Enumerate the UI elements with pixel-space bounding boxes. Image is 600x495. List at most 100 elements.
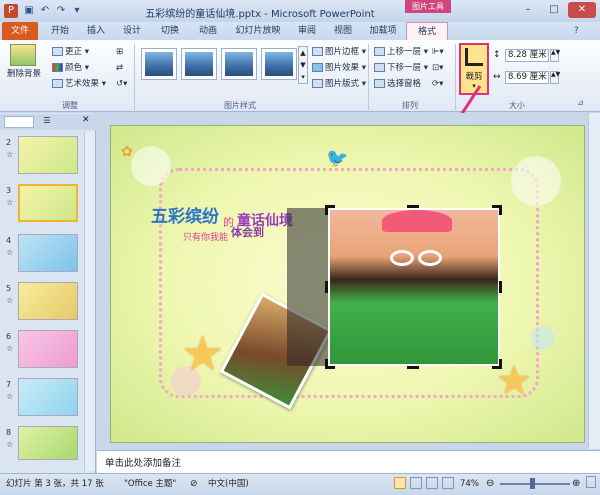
slide-thumbnail-7[interactable] — [18, 378, 78, 416]
tab-home[interactable]: 开始 — [44, 22, 76, 40]
tab-file[interactable]: 文件 — [2, 22, 38, 40]
slide-thumbnail-6[interactable] — [18, 330, 78, 368]
outline-tab-icon[interactable]: ☰ — [40, 116, 54, 128]
color-button[interactable]: 颜色 ▾ — [52, 62, 89, 75]
slide-subtitle-1[interactable]: 只有你我能 — [183, 230, 228, 243]
artistic-effects-button[interactable]: 艺术效果 ▾ — [52, 78, 106, 91]
zoom-slider-thumb[interactable] — [530, 478, 535, 489]
remove-background-button[interactable]: 删除背景 — [4, 68, 44, 81]
picture-border-button[interactable]: 图片边框 ▾ — [312, 46, 366, 59]
close-icon[interactable]: ✕ — [568, 2, 596, 18]
group-icon[interactable]: ⊡▾ — [432, 62, 443, 75]
slide-number: 7 — [6, 380, 12, 389]
tab-transitions[interactable]: 切换 — [154, 22, 186, 40]
zoom-out-icon[interactable]: ⊖ — [486, 474, 494, 494]
slides-tab[interactable] — [4, 116, 34, 128]
slide-sorter-icon[interactable] — [410, 477, 422, 489]
compress-icon[interactable]: ⊞ — [116, 46, 123, 59]
canvas-scrollbar[interactable] — [588, 113, 600, 449]
app-icon[interactable]: P — [4, 4, 18, 18]
height-spinner[interactable]: ▲▼ — [550, 49, 560, 62]
slide-thumbnail-3[interactable] — [18, 184, 78, 222]
crop-handle[interactable] — [407, 366, 419, 369]
zoom-level[interactable]: 74% — [460, 474, 479, 494]
reset-picture-icon[interactable]: ↺▾ — [116, 78, 127, 91]
crop-handle[interactable] — [325, 205, 335, 215]
picture-effects-icon — [312, 63, 323, 72]
tab-view[interactable]: 视图 — [328, 22, 358, 40]
slide-thumbnail-2[interactable] — [18, 136, 78, 174]
dialog-launcher-icon[interactable]: ⊿ — [577, 98, 584, 107]
spellcheck-icon[interactable]: ⊘ — [190, 474, 198, 494]
fairy-icon: ✿ — [121, 144, 133, 160]
crop-icon — [465, 48, 483, 66]
save-icon[interactable]: ▣ — [22, 4, 36, 18]
main-photo[interactable] — [328, 208, 500, 366]
send-backward-button[interactable]: 下移一层 ▾ — [374, 62, 428, 75]
picture-border-icon — [312, 47, 323, 56]
minimize-icon[interactable]: – — [515, 2, 541, 18]
change-picture-icon[interactable]: ⇄ — [116, 62, 123, 75]
style-thumbnail-2[interactable] — [181, 48, 217, 80]
zoom-in-icon[interactable]: ⊕ — [572, 474, 580, 494]
picture-layout-button[interactable]: 图片版式 ▾ — [312, 78, 366, 91]
picture-effects-button[interactable]: 图片效果 ▾ — [312, 62, 366, 75]
maximize-icon[interactable]: □ — [541, 2, 567, 18]
picture-layout-label: 图片版式 — [325, 79, 360, 89]
help-icon[interactable]: ? — [574, 26, 579, 36]
undo-icon[interactable]: ↶ — [38, 4, 52, 18]
slide-number: 2 — [6, 138, 12, 147]
crop-handle[interactable] — [325, 359, 335, 369]
send-backward-icon — [374, 63, 385, 72]
slideshow-icon[interactable] — [442, 477, 454, 489]
slide-subtitle-2[interactable]: 体会到 — [231, 224, 264, 240]
crop-handle[interactable] — [499, 281, 502, 293]
crop-handle[interactable] — [492, 359, 502, 369]
tab-slideshow[interactable]: 幻灯片放映 — [230, 22, 286, 40]
slide[interactable]: 🐦 ✿ 五彩缤纷 的 童话仙境 只有你我能 体会到 ★ ★ — [110, 125, 585, 443]
width-spinner[interactable]: ▲▼ — [550, 71, 560, 84]
bring-forward-button[interactable]: 上移一层 ▾ — [374, 46, 428, 59]
zoom-slider[interactable] — [500, 483, 570, 485]
crop-handle[interactable] — [325, 281, 328, 293]
redo-icon[interactable]: ↷ — [54, 4, 68, 18]
pane-close-icon[interactable]: ✕ — [82, 115, 90, 125]
slide-number: 8 — [6, 428, 12, 437]
slide-thumbnail-5[interactable] — [18, 282, 78, 320]
slides-scrollbar[interactable] — [84, 131, 95, 471]
tab-insert[interactable]: 插入 — [80, 22, 112, 40]
width-input[interactable]: 8.69 厘米 — [505, 71, 549, 84]
style-thumbnail-1[interactable] — [141, 48, 177, 80]
slide-thumbnail-8[interactable] — [18, 426, 78, 460]
normal-view-icon[interactable] — [394, 477, 406, 489]
tab-animations[interactable]: 动画 — [192, 22, 224, 40]
slide-number: 3 — [6, 186, 12, 195]
group-label-styles: 图片样式 — [224, 101, 256, 110]
notes-area[interactable]: 单击此处添加备注 — [97, 450, 600, 473]
remove-background-icon — [10, 44, 36, 66]
tab-review[interactable]: 审阅 — [292, 22, 322, 40]
style-thumbnail-4[interactable] — [261, 48, 297, 80]
slide-title-main[interactable]: 五彩缤纷 — [151, 202, 219, 227]
align-icon[interactable]: ⊫▾ — [432, 46, 444, 59]
slide-thumbnail-4[interactable] — [18, 234, 78, 272]
reading-view-icon[interactable] — [426, 477, 438, 489]
tab-design[interactable]: 设计 — [116, 22, 148, 40]
customize-icon[interactable]: ▾ — [70, 4, 84, 18]
separator — [368, 44, 369, 110]
crop-handle[interactable] — [407, 205, 419, 208]
crop-handle[interactable] — [492, 205, 502, 215]
star-marker: ☆ — [6, 440, 14, 449]
corrections-button[interactable]: 更正 ▾ — [52, 46, 89, 59]
tab-format[interactable]: 格式 — [406, 22, 448, 40]
gallery-scroll[interactable]: ▲ ▼ ▾ — [298, 46, 308, 84]
slide-number: 4 — [6, 236, 12, 245]
bring-forward-label: 上移一层 — [387, 47, 422, 57]
color-icon — [52, 63, 63, 72]
fit-to-window-icon[interactable] — [586, 476, 596, 488]
height-input[interactable]: 8.28 厘米 — [505, 49, 549, 62]
context-band-picture-tools: 图片工具 — [405, 0, 451, 13]
tab-addins[interactable]: 加载项 — [364, 22, 402, 40]
style-thumbnail-3[interactable] — [221, 48, 257, 80]
star-marker: ☆ — [6, 344, 14, 353]
